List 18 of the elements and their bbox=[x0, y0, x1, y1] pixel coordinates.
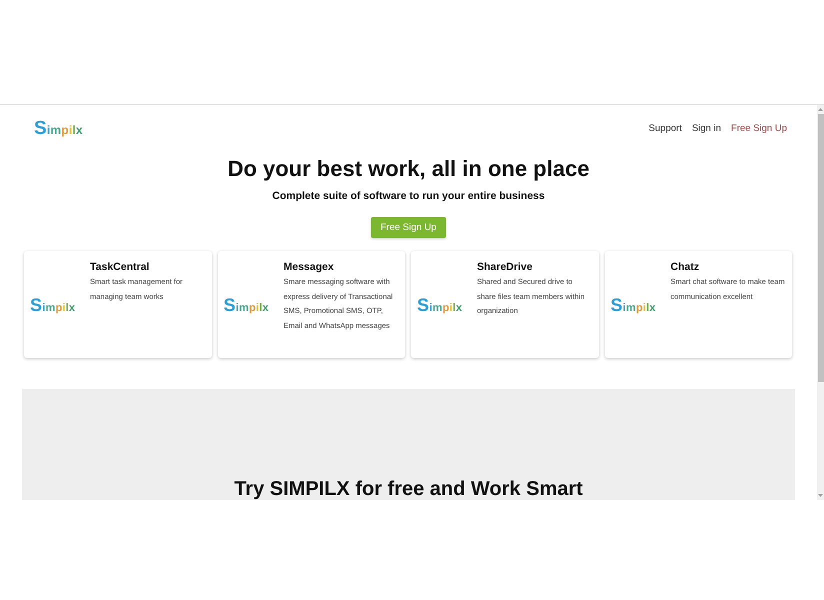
product-name: ShareDrive bbox=[477, 260, 534, 274]
signup-link[interactable]: Free Sign Up bbox=[731, 123, 787, 134]
cta-heading: Try SIMPILX for free and Work Smart bbox=[233, 479, 584, 499]
nav-link[interactable]: Sign in bbox=[692, 123, 722, 134]
scrollbar-thumb[interactable] bbox=[818, 114, 824, 382]
hero-subtitle: Complete suite of software to run your entire business bbox=[271, 189, 546, 203]
product-logo: Simpilx bbox=[610, 296, 656, 314]
product-name: TaskCentral bbox=[90, 260, 150, 274]
product-name: Messagex bbox=[284, 260, 335, 274]
product-logo: Simpilx bbox=[30, 296, 76, 314]
product-name: Chatz bbox=[670, 260, 700, 274]
product-logo: Simpilx bbox=[417, 296, 462, 314]
hero-heading: Do your best work, all in one place bbox=[226, 156, 590, 182]
scroll-down-icon[interactable] bbox=[817, 493, 824, 498]
scrollbar-track[interactable] bbox=[817, 105, 824, 500]
product-logo: Simpilx bbox=[224, 296, 269, 314]
nav-link[interactable]: Support bbox=[648, 123, 682, 134]
scroll-up-icon[interactable] bbox=[817, 107, 824, 112]
